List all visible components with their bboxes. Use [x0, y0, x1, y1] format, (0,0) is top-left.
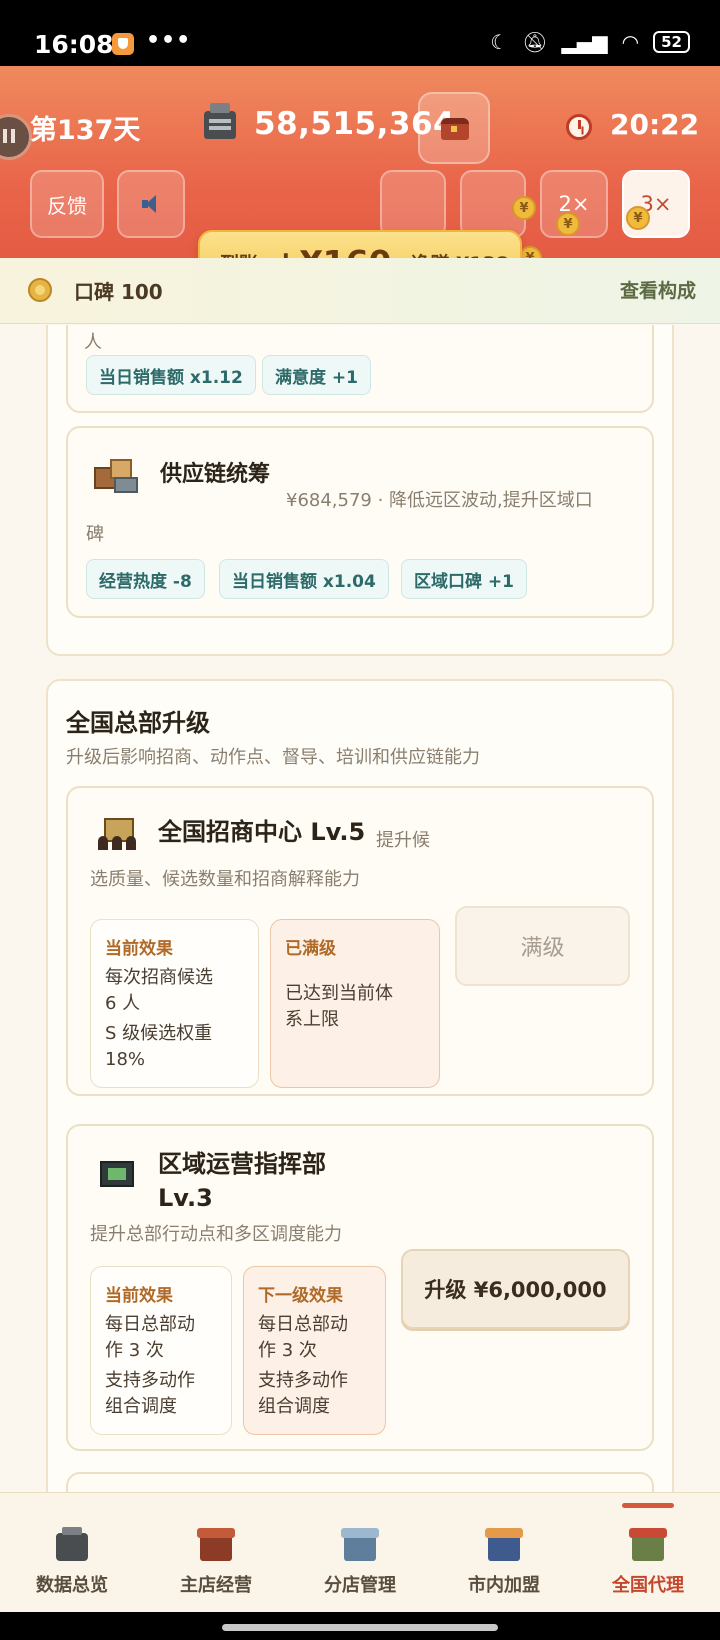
reputation-bar: 口碑 100 查看构成	[0, 258, 720, 324]
upgrade-desc: 选质量、候选数量和招商解释能力	[90, 869, 360, 890]
nav-tab-branch[interactable]: 分店管理	[288, 1493, 432, 1613]
effect-chip: 满意度 +1	[262, 355, 371, 395]
coin-icon: ¥	[626, 206, 650, 230]
coin-icon: ¥	[556, 212, 580, 236]
sound-button[interactable]	[117, 170, 185, 238]
current-effect-box: 当前效果 每日总部动 作 3 次 支持多动作 组合调度	[90, 1266, 232, 1435]
game-header: 第137天 58,515,364 20:22 反馈 2× 3× ¥ ¥ ¥ ¥ …	[0, 66, 720, 294]
pause-icon[interactable]	[0, 114, 32, 160]
national-agency-icon	[629, 1528, 667, 1561]
recruitment-center-icon	[96, 816, 140, 850]
max-level-button[interactable]: 满级	[455, 906, 630, 986]
nav-tab-label: 全国代理	[612, 1575, 684, 1596]
battery-icon: 52	[653, 31, 690, 53]
home-indicator[interactable]	[222, 1624, 498, 1631]
speaker-icon	[140, 194, 162, 214]
wifi-icon: ◠	[621, 30, 640, 54]
strategy-desc-tail: 人	[84, 332, 102, 353]
cash-register-icon	[56, 1527, 88, 1561]
current-effect-box: 当前效果 每次招商候选 6 人 S 级候选权重 18%	[90, 919, 259, 1088]
nav-tab-label: 市内加盟	[468, 1575, 540, 1596]
effect-line: 支持多动作 组合调度	[258, 1370, 348, 1417]
nav-tab-label: 主店经营	[180, 1575, 252, 1596]
treasure-chest-icon	[441, 118, 469, 140]
current-effect-title: 当前效果	[105, 939, 173, 959]
nav-tab-label: 数据总览	[36, 1575, 108, 1596]
upgrade-name: 全国招商中心 Lv.5	[158, 818, 366, 846]
main-store-icon	[197, 1528, 235, 1561]
effect-line: S 级候选权重 18%	[105, 1023, 213, 1070]
status-icons: ☾ 🔕︎ ▂▄▆ ◠ 52	[490, 30, 690, 54]
signal-icon: ▂▄▆	[561, 30, 608, 54]
effect-chip: 区域口碑 +1	[401, 559, 527, 599]
bottom-navigation: 数据总览 主店经营 分店管理 市内加盟 全国代理	[0, 1492, 720, 1612]
upgrade-button[interactable]: 升级 ¥6,000,000	[401, 1249, 630, 1329]
next-effect-title: 下一级效果	[258, 1286, 343, 1306]
effect-line: 支持多动作 组合调度	[105, 1370, 195, 1417]
day-counter: 第137天	[30, 115, 141, 146]
app-notification-icon	[112, 33, 134, 55]
view-composition-link[interactable]: 查看构成	[620, 276, 696, 303]
effect-chip: 经营热度 -8	[86, 559, 205, 599]
next-effect-title: 已满级	[285, 939, 336, 959]
upgrade-card-next	[66, 1472, 654, 1492]
reputation-value: 口碑 100	[74, 280, 163, 304]
coin-icon: ¥	[512, 196, 536, 220]
effect-line: 每次招商候选 6 人	[105, 967, 213, 1014]
effect-line: 已达到当前体 系上限	[285, 983, 393, 1030]
supply-chain-desc-wrap: 碑	[86, 524, 104, 545]
moon-icon: ☾	[490, 30, 509, 54]
content-scroll[interactable]: 人 当日销售额 x1.12 满意度 +1 供应链统筹 ¥684,579 · 降低…	[0, 325, 720, 1492]
branch-store-icon	[341, 1528, 379, 1561]
current-effect-title: 当前效果	[105, 1286, 173, 1306]
reputation-coin-icon	[28, 278, 52, 302]
nav-tab-franchise[interactable]: 市内加盟	[432, 1493, 576, 1613]
feedback-button[interactable]: 反馈	[30, 170, 104, 238]
speed-1x-button[interactable]	[380, 170, 446, 238]
nav-tab-national-agency[interactable]: 全国代理	[576, 1493, 720, 1613]
command-center-icon	[96, 1157, 140, 1195]
more-notifications-icon: •••	[146, 28, 192, 53]
effect-chip: 当日销售额 x1.12	[86, 355, 256, 395]
cash-register-icon	[204, 103, 236, 139]
upgrade-name: 区域运营指挥部	[158, 1150, 326, 1178]
nav-tab-main-store[interactable]: 主店经营	[144, 1493, 288, 1613]
supply-chain-icon	[90, 455, 140, 495]
effect-chip: 当日销售额 x1.04	[219, 559, 389, 599]
mute-icon: 🔕︎	[522, 30, 548, 54]
upgrade-desc-inline: 提升候	[376, 830, 430, 851]
upgrade-level: Lv.3	[158, 1184, 213, 1212]
hq-section-subtitle: 升级后影响招商、动作点、督导、培训和供应链能力	[66, 747, 480, 768]
alarm-clock-icon	[566, 114, 592, 140]
effect-line: 每日总部动 作 3 次	[258, 1314, 348, 1361]
effect-line: 每日总部动 作 3 次	[105, 1314, 195, 1361]
nav-tab-data-overview[interactable]: 数据总览	[0, 1493, 144, 1613]
status-bar: 16:08 ••• ☾ 🔕︎ ▂▄▆ ◠ 52	[0, 0, 720, 66]
game-clock: 20:22	[610, 108, 700, 141]
status-time: 16:08	[34, 30, 114, 59]
treasure-chest-button[interactable]	[418, 92, 490, 164]
next-effect-box: 已满级 已达到当前体 系上限	[270, 919, 440, 1088]
supply-chain-cost: ¥684,579 · 降低远区波动,提升区域口	[286, 490, 593, 511]
city-franchise-icon	[485, 1528, 523, 1561]
hq-section-title: 全国总部升级	[66, 709, 210, 737]
upgrade-desc: 提升总部行动点和多区调度能力	[90, 1224, 342, 1245]
next-effect-box: 下一级效果 每日总部动 作 3 次 支持多动作 组合调度	[243, 1266, 386, 1435]
supply-chain-title: 供应链统筹	[160, 462, 271, 487]
nav-tab-label: 分店管理	[324, 1575, 396, 1596]
